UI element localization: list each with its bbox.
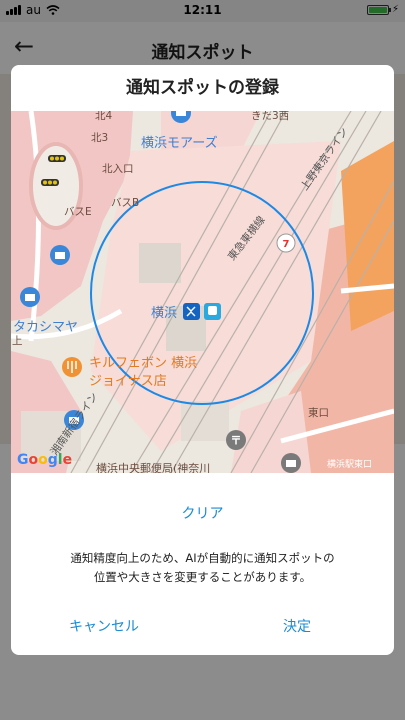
- traffic-light-icon: [48, 155, 66, 162]
- post-office-icon: 〒: [226, 430, 246, 450]
- map-label: バスB: [111, 197, 139, 209]
- map-label: 横浜駅東口: [327, 458, 372, 470]
- map-label: キルフェボン 横浜: [89, 356, 197, 371]
- svg-text:7: 7: [283, 239, 290, 250]
- notice-line: 通知精度向上のため、AIが自動的に通知スポットの: [70, 551, 335, 565]
- dialog-title: 通知スポットの登録: [126, 78, 279, 98]
- building-shape: [139, 243, 181, 283]
- map-label: 横浜中央郵便局(神奈川: [96, 461, 210, 473]
- train-station-icon: [183, 303, 200, 320]
- svg-text:〒: 〒: [231, 434, 242, 447]
- subway-icon: [204, 303, 221, 320]
- map-label: 上: [12, 335, 23, 347]
- notice-text: 通知精度向上のため、AIが自動的に通知スポットの 位置や大きさを変更することがあ…: [31, 549, 374, 587]
- map-view[interactable]: 7 〒 北4 きた3西 北3 北入口 バスB バスE 東口 上 横浜モアーズ タ…: [11, 111, 394, 473]
- map-label: きた3西: [251, 111, 289, 122]
- traffic-light-icon: [41, 179, 59, 186]
- map-label: 横浜: [151, 306, 177, 321]
- clear-button[interactable]: クリア: [11, 503, 394, 523]
- map-label: ジョイナス店: [89, 374, 167, 389]
- restaurant-pin-icon: [62, 357, 82, 377]
- shopping-pin-icon: [50, 245, 70, 265]
- map-label: 北3: [91, 132, 108, 144]
- notice-line: 位置や大きさを変更することがあります。: [93, 570, 312, 584]
- building-shape: [181, 401, 229, 441]
- ok-button[interactable]: 決定: [283, 616, 311, 636]
- map-label: バスE: [64, 206, 92, 218]
- shopping-pin-icon: [20, 287, 40, 307]
- map-label: タカシマヤ: [13, 320, 78, 335]
- spot-register-dialog: 通知スポットの登録 7 〒 北4 きた3西 北3 北入口 バスB バスE 東口 …: [11, 65, 394, 655]
- google-logo: Google: [17, 452, 72, 468]
- map-label: 北入口: [102, 163, 134, 175]
- cancel-button[interactable]: キャンセル: [69, 616, 139, 636]
- map-label: 東口: [308, 406, 329, 419]
- convenience-store-pin-icon: 7: [276, 233, 296, 253]
- map-label: 横浜モアーズ: [141, 135, 218, 151]
- map-label: 北4: [95, 111, 112, 122]
- shopping-pin-icon: [281, 453, 301, 473]
